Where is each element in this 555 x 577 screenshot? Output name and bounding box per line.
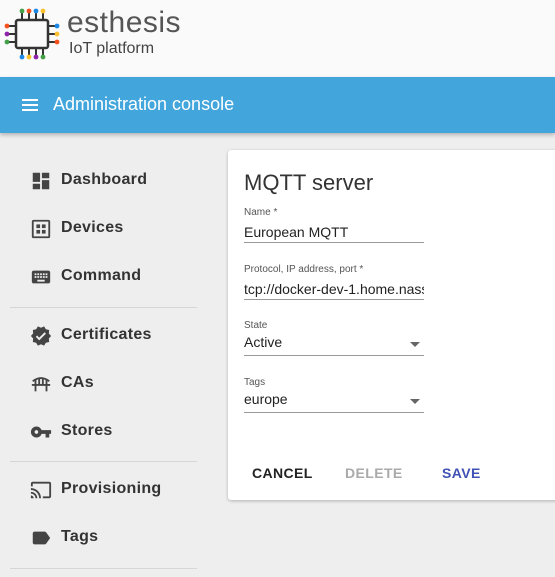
protocol-input[interactable] <box>244 276 424 300</box>
toolbar-title: Administration console <box>53 94 235 114</box>
name-input[interactable] <box>244 219 424 243</box>
sidebar: Dashboard Devices Command Certificates C… <box>0 133 210 577</box>
form-title: MQTT server <box>244 170 374 195</box>
menu-icon[interactable] <box>18 93 42 117</box>
sidebar-item-label: Stores <box>61 422 113 439</box>
state-field: State Active <box>244 320 424 356</box>
tags-field: Tags europe <box>244 377 424 413</box>
sidebar-item-devices[interactable]: Devices <box>0 206 210 252</box>
dropdown-arrow-icon <box>410 342 420 347</box>
protocol-field: Protocol, IP address, port * <box>244 264 424 300</box>
dropdown-arrow-icon <box>410 399 420 404</box>
mqtt-server-form: MQTT server Name * Protocol, IP address,… <box>228 150 555 500</box>
sidebar-item-label: Certificates <box>61 326 152 343</box>
sidebar-item-label: CAs <box>61 374 94 391</box>
sidebar-item-provisioning[interactable]: Provisioning <box>0 467 210 513</box>
top-toolbar: Administration console <box>0 77 555 133</box>
sidebar-item-tags[interactable]: Tags <box>0 515 210 561</box>
sidebar-item-stores[interactable]: Stores <box>0 409 210 455</box>
chip-logo-icon[interactable] <box>4 6 60 62</box>
sidebar-divider <box>10 568 197 569</box>
keyboard-icon <box>31 270 51 284</box>
state-select[interactable]: Active <box>244 332 424 356</box>
bridge-icon <box>31 377 51 392</box>
sidebar-item-label: Devices <box>61 219 124 236</box>
sidebar-divider <box>10 461 197 462</box>
sidebar-item-label: Command <box>61 267 142 284</box>
tags-select[interactable]: europe <box>244 389 424 413</box>
verified-badge-icon <box>30 326 52 346</box>
protocol-field-label: Protocol, IP address, port * <box>244 264 364 275</box>
sidebar-item-command[interactable]: Command <box>0 254 210 300</box>
sidebar-item-label: Tags <box>61 528 99 545</box>
sidebar-item-label: Dashboard <box>61 171 148 188</box>
brand-subtitle: IoT platform <box>69 40 155 57</box>
sidebar-item-dashboard[interactable]: Dashboard <box>0 158 210 204</box>
cancel-button[interactable]: CANCEL <box>252 465 313 481</box>
brand-title: esthesis <box>67 6 182 39</box>
state-select-value: Active <box>244 334 283 350</box>
dashboard-icon <box>32 172 50 190</box>
name-field: Name * <box>244 207 424 243</box>
devices-icon <box>31 219 51 239</box>
name-field-label: Name * <box>244 207 278 218</box>
cast-icon <box>30 481 52 499</box>
sidebar-item-label: Provisioning <box>61 480 162 497</box>
app-header: esthesis IoT platform <box>0 0 555 77</box>
sidebar-divider <box>10 307 197 308</box>
label-icon <box>32 531 51 545</box>
delete-button[interactable]: DELETE <box>345 465 403 481</box>
tags-select-value: europe <box>244 391 288 407</box>
tags-field-label: Tags <box>244 377 266 388</box>
sidebar-item-certificates[interactable]: Certificates <box>0 313 210 359</box>
save-button[interactable]: SAVE <box>442 465 481 481</box>
sidebar-item-cas[interactable]: CAs <box>0 361 210 407</box>
key-icon <box>30 426 52 438</box>
state-field-label: State <box>244 320 268 331</box>
